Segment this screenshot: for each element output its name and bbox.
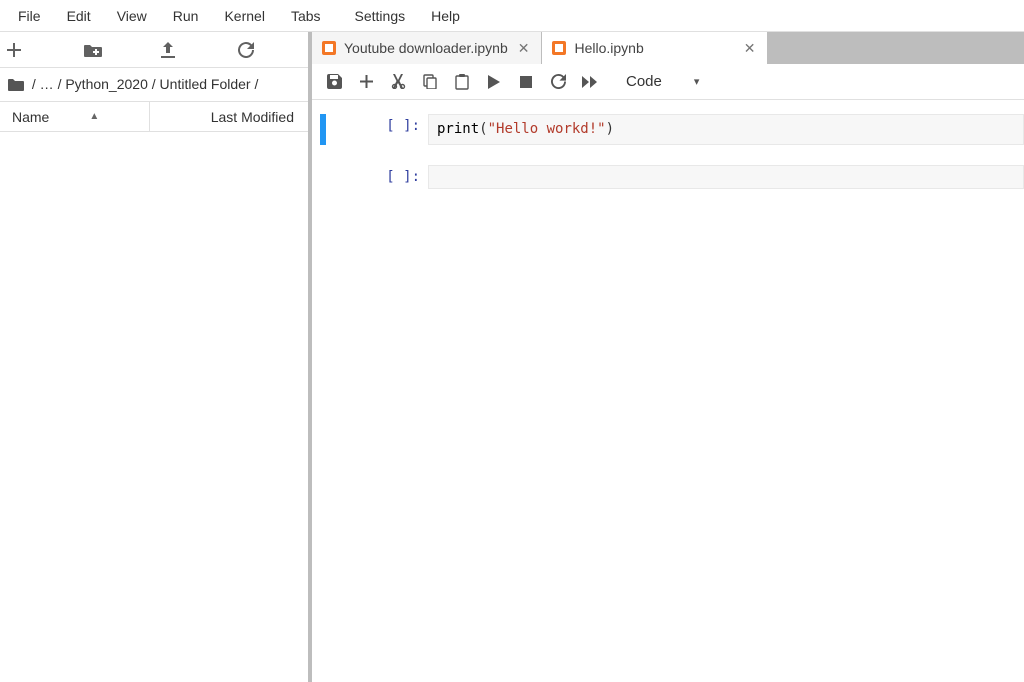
menu-kernel[interactable]: Kernel bbox=[212, 2, 276, 30]
stop-icon bbox=[520, 76, 532, 88]
code-token-punc: ) bbox=[606, 121, 614, 137]
file-header-name-label: Name bbox=[12, 109, 49, 125]
breadcrumb-trailing: / bbox=[254, 76, 258, 92]
code-cell[interactable]: [ ]: bbox=[312, 163, 1024, 191]
restart-run-all-button[interactable] bbox=[576, 68, 604, 96]
notebook-toolbar: Code ▾ bbox=[312, 64, 1024, 100]
tab-label: Youtube downloader.ipynb bbox=[344, 40, 508, 56]
menu-tabs[interactable]: Tabs bbox=[279, 2, 333, 30]
breadcrumb-root[interactable]: / bbox=[32, 76, 36, 92]
sort-asc-icon: ▲ bbox=[89, 111, 99, 122]
notebook-icon bbox=[552, 41, 566, 55]
upload-icon bbox=[161, 42, 175, 58]
close-icon[interactable]: ✕ bbox=[742, 40, 758, 57]
close-icon[interactable]: ✕ bbox=[516, 40, 532, 57]
cell-code-editor[interactable] bbox=[428, 165, 1024, 189]
menu-settings[interactable]: Settings bbox=[343, 2, 418, 30]
folder-icon bbox=[8, 78, 24, 91]
copy-icon bbox=[423, 74, 438, 89]
cut-icon bbox=[391, 74, 406, 89]
menu-bar: File Edit View Run Kernel Tabs Settings … bbox=[0, 0, 1024, 32]
plus-icon bbox=[7, 43, 21, 57]
run-icon bbox=[488, 75, 500, 89]
file-browser-panel: / … / Python_2020 / Untitled Folder / Na… bbox=[0, 32, 312, 682]
code-cell[interactable]: [ ]: print("Hello workd!") bbox=[312, 112, 1024, 147]
file-browser-toolbar bbox=[0, 32, 308, 68]
paste-icon bbox=[455, 74, 469, 90]
menu-edit[interactable]: Edit bbox=[55, 2, 103, 30]
save-button[interactable] bbox=[320, 68, 348, 96]
file-header-modified[interactable]: Last Modified bbox=[150, 109, 308, 125]
refresh-icon bbox=[238, 42, 254, 58]
chevron-down-icon: ▾ bbox=[694, 75, 700, 88]
copy-button[interactable] bbox=[416, 68, 444, 96]
notebook-icon bbox=[322, 41, 336, 55]
breadcrumb-part1[interactable]: Python_2020 bbox=[65, 76, 148, 92]
notebook-body[interactable]: [ ]: print("Hello workd!") [ ]: bbox=[312, 100, 1024, 682]
tab-hello[interactable]: Hello.ipynb ✕ bbox=[542, 32, 768, 64]
menu-help[interactable]: Help bbox=[419, 2, 472, 30]
new-folder-icon bbox=[84, 43, 102, 57]
restart-icon bbox=[551, 74, 566, 89]
tab-bar-fill bbox=[768, 32, 1024, 64]
restart-button[interactable] bbox=[544, 68, 572, 96]
new-launcher-button[interactable] bbox=[7, 43, 71, 57]
menu-run[interactable]: Run bbox=[161, 2, 211, 30]
cell-type-selector[interactable]: Code ▾ bbox=[616, 71, 707, 92]
cell-active-indicator bbox=[320, 165, 326, 189]
menu-view[interactable]: View bbox=[105, 2, 159, 30]
cell-type-label: Code bbox=[626, 73, 662, 90]
breadcrumb-sep: / bbox=[58, 76, 62, 92]
plus-icon bbox=[360, 75, 373, 88]
code-token-punc: ( bbox=[479, 121, 487, 137]
interrupt-button[interactable] bbox=[512, 68, 540, 96]
cell-active-indicator bbox=[320, 114, 326, 145]
breadcrumb-part2[interactable]: Untitled Folder bbox=[160, 76, 251, 92]
menu-file[interactable]: File bbox=[6, 2, 53, 30]
breadcrumb-sep2: / bbox=[152, 76, 156, 92]
insert-cell-button[interactable] bbox=[352, 68, 380, 96]
fast-forward-icon bbox=[582, 76, 598, 88]
cell-prompt: [ ]: bbox=[368, 114, 428, 134]
code-token-fn: print bbox=[437, 121, 479, 137]
tab-label: Hello.ipynb bbox=[574, 40, 643, 56]
breadcrumb-ellipsis[interactable]: … bbox=[40, 76, 54, 92]
cell-code-editor[interactable]: print("Hello workd!") bbox=[428, 114, 1024, 145]
cut-button[interactable] bbox=[384, 68, 412, 96]
run-button[interactable] bbox=[480, 68, 508, 96]
notebook-area: Youtube downloader.ipynb ✕ Hello.ipynb ✕ bbox=[312, 32, 1024, 682]
cell-prompt: [ ]: bbox=[368, 165, 428, 185]
file-header-name[interactable]: Name ▲ bbox=[0, 102, 150, 131]
paste-button[interactable] bbox=[448, 68, 476, 96]
new-folder-button[interactable] bbox=[84, 43, 148, 57]
upload-button[interactable] bbox=[161, 42, 225, 58]
save-icon bbox=[327, 74, 342, 89]
main-area: / … / Python_2020 / Untitled Folder / Na… bbox=[0, 32, 1024, 682]
file-list-header: Name ▲ Last Modified bbox=[0, 102, 308, 132]
file-list[interactable] bbox=[0, 132, 308, 682]
tab-bar: Youtube downloader.ipynb ✕ Hello.ipynb ✕ bbox=[312, 32, 1024, 64]
refresh-button[interactable] bbox=[238, 42, 302, 58]
tab-youtube-downloader[interactable]: Youtube downloader.ipynb ✕ bbox=[312, 32, 542, 64]
code-token-string: "Hello workd!" bbox=[488, 121, 606, 137]
breadcrumb[interactable]: / … / Python_2020 / Untitled Folder / bbox=[0, 68, 308, 102]
